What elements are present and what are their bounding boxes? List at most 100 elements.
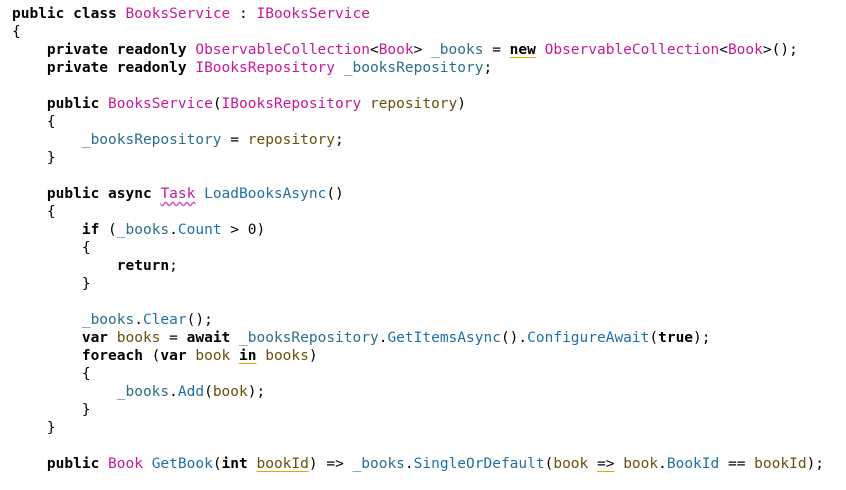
code-token: ) xyxy=(308,348,318,364)
code-token: _booksRepository xyxy=(239,330,379,346)
code-token: _books xyxy=(431,42,484,58)
code-token: { xyxy=(12,114,56,130)
code-token: bookId xyxy=(256,456,309,472)
code-line[interactable]: public Book GetBook(int bookId) => _book… xyxy=(12,455,824,473)
code-token: return xyxy=(116,258,170,274)
code-token: public xyxy=(46,456,100,472)
code-line[interactable]: } xyxy=(12,149,56,167)
code-token: public xyxy=(46,186,100,202)
code-token: ); xyxy=(693,330,711,346)
code-token: async xyxy=(108,186,152,202)
code-line[interactable]: { xyxy=(12,203,56,221)
code-token: Add xyxy=(177,384,205,400)
code-line[interactable]: foreach (var book in books) xyxy=(12,347,318,365)
code-line[interactable]: _books.Clear(); xyxy=(12,311,213,329)
code-token: repository xyxy=(369,96,458,112)
code-token: book xyxy=(623,456,659,472)
code-token: LoadBooksAsync xyxy=(204,186,327,202)
code-line[interactable]: public async Task LoadBooksAsync() xyxy=(12,185,344,203)
code-line[interactable]: return; xyxy=(12,257,178,275)
code-token: _books xyxy=(116,384,170,400)
code-token: int xyxy=(221,456,248,472)
code-token: ) => xyxy=(308,456,353,472)
code-token: in xyxy=(239,348,257,364)
code-token: SingleOrDefault xyxy=(413,456,545,472)
code-token: { xyxy=(12,204,56,220)
code-token: } xyxy=(12,276,91,292)
code-token: BooksService xyxy=(108,96,213,112)
code-token: _books xyxy=(116,222,170,238)
code-token: ); xyxy=(247,384,266,400)
code-token: { xyxy=(12,24,21,40)
code-token: == xyxy=(719,456,755,472)
code-token: ObservableCollection xyxy=(544,42,720,58)
code-token: ) xyxy=(457,96,467,112)
code-line[interactable]: var books = await _booksRepository.GetIt… xyxy=(12,329,711,347)
code-token: ( xyxy=(212,456,222,472)
code-token: > 0) xyxy=(221,222,266,238)
code-token: () xyxy=(326,186,344,202)
code-line[interactable]: { xyxy=(12,365,91,383)
code-line[interactable]: private readonly IBooksRepository _books… xyxy=(12,59,492,77)
code-line[interactable]: { xyxy=(12,113,56,131)
code-line[interactable]: { xyxy=(12,239,91,257)
code-token: BookId xyxy=(666,456,720,472)
code-token: ConfigureAwait xyxy=(527,330,650,346)
code-token: . xyxy=(658,456,667,472)
code-token: > xyxy=(413,42,432,58)
code-line[interactable]: } xyxy=(12,419,56,437)
code-line[interactable]: private readonly ObservableCollection<Bo… xyxy=(12,41,798,59)
code-token: . xyxy=(134,312,143,328)
code-token: foreach xyxy=(81,348,143,364)
code-token: >(); xyxy=(762,42,798,58)
code-token: Clear xyxy=(142,312,187,328)
code-token: = xyxy=(160,330,187,346)
code-line[interactable]: _booksRepository = repository; xyxy=(12,131,344,149)
code-token: _booksRepository xyxy=(81,132,222,148)
code-token: ; xyxy=(483,60,493,76)
code-token: ( xyxy=(212,96,222,112)
code-token: _books xyxy=(81,312,135,328)
code-line[interactable]: { xyxy=(12,23,21,41)
code-token: private xyxy=(46,60,109,76)
code-token: ; xyxy=(169,258,178,274)
code-line[interactable]: _books.Add(book); xyxy=(12,383,265,401)
code-token: class xyxy=(73,6,117,22)
code-line[interactable]: } xyxy=(12,275,91,293)
code-token: IBooksRepository xyxy=(221,96,362,112)
code-token: bookId xyxy=(754,456,807,472)
code-token: Book xyxy=(727,42,763,58)
code-token: private xyxy=(46,42,109,58)
code-token: Task xyxy=(160,186,196,202)
code-line[interactable]: public class BooksService : IBooksServic… xyxy=(12,5,370,23)
code-token: { xyxy=(12,366,91,382)
code-editor[interactable]: public class BooksService : IBooksServic… xyxy=(0,0,846,490)
code-line[interactable]: public BooksService(IBooksRepository rep… xyxy=(12,95,466,113)
code-line[interactable]: } xyxy=(12,401,91,419)
code-token: true xyxy=(658,330,694,346)
code-token: repository xyxy=(247,132,336,148)
code-line[interactable]: if (_books.Count > 0) xyxy=(12,221,265,239)
